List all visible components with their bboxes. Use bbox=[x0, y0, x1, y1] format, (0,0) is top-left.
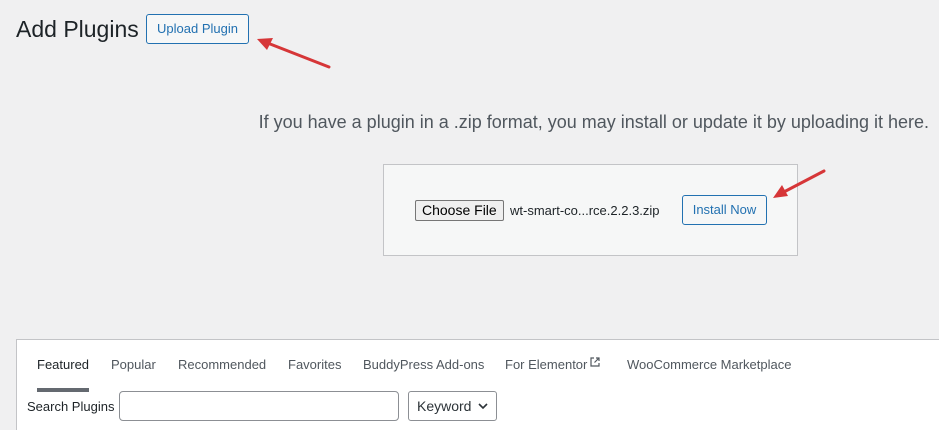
tab-favorites[interactable]: Favorites bbox=[288, 356, 341, 374]
selected-file-name: wt-smart-co...rce.2.2.3.zip bbox=[510, 203, 660, 218]
search-type-value: Keyword bbox=[417, 398, 472, 414]
page-title: Add Plugins bbox=[16, 16, 139, 42]
upload-plugin-button[interactable]: Upload Plugin bbox=[146, 14, 249, 44]
choose-file-button[interactable]: Choose File bbox=[415, 200, 504, 221]
tab-buddypress-addons[interactable]: BuddyPress Add-ons bbox=[363, 356, 484, 374]
annotation-arrow-icon bbox=[773, 169, 826, 198]
plugin-tabs: Featured Popular Recommended Favorites B… bbox=[17, 340, 939, 392]
tab-label: For Elementor bbox=[505, 357, 588, 372]
search-plugins-input[interactable] bbox=[119, 391, 399, 421]
tab-woocommerce-marketplace[interactable]: WooCommerce Marketplace bbox=[627, 356, 791, 374]
tab-featured[interactable]: Featured bbox=[37, 356, 90, 392]
tab-for-elementor[interactable]: For Elementor bbox=[505, 356, 600, 374]
plugin-filter-panel: Featured Popular Recommended Favorites B… bbox=[16, 339, 939, 430]
search-type-select[interactable]: Keyword bbox=[408, 391, 497, 421]
search-plugins-label: Search Plugins bbox=[27, 399, 115, 414]
chevron-down-icon bbox=[478, 403, 488, 410]
tab-popular[interactable]: Popular bbox=[111, 356, 156, 374]
upload-form: Choose File wt-smart-co...rce.2.2.3.zip … bbox=[383, 164, 798, 256]
external-link-icon bbox=[590, 357, 600, 367]
install-now-button[interactable]: Install Now bbox=[682, 195, 767, 225]
upload-help-text: If you have a plugin in a .zip format, y… bbox=[258, 112, 929, 132]
annotation-arrow-icon bbox=[257, 38, 331, 69]
tab-recommended[interactable]: Recommended bbox=[178, 356, 266, 374]
